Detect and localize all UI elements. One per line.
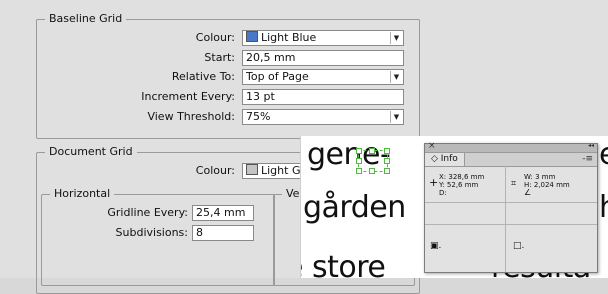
baseline-increment-label: Increment Every: xyxy=(141,90,235,103)
chevron-down-icon[interactable]: ▼ xyxy=(390,111,402,123)
baseline-start-input[interactable]: 20,5 mm xyxy=(242,50,404,66)
horizontal-title: Horizontal xyxy=(50,187,115,201)
horizontal-group: Horizontal Gridline Every: 25,4 mm Subdi… xyxy=(41,187,275,286)
selection-handle[interactable] xyxy=(369,168,375,174)
baseline-colour-dropdown[interactable]: Light Blue ▼ xyxy=(242,30,404,46)
stroke-icon: □. xyxy=(513,241,525,251)
document-colour-swatch xyxy=(246,164,258,175)
baseline-threshold-value: 75% xyxy=(246,110,271,123)
selection-handle[interactable] xyxy=(384,168,390,174)
y-readout: Y: 52,6 mm xyxy=(439,181,479,189)
chevron-down-icon[interactable]: ▼ xyxy=(390,32,402,44)
tab-info[interactable]: ◇ Info xyxy=(425,153,465,166)
baseline-colour-swatch xyxy=(246,31,258,42)
baseline-increment-input[interactable]: 13 pt xyxy=(242,89,404,105)
size-icon: ⌗ xyxy=(511,179,517,189)
divider xyxy=(425,224,597,225)
selection-handle[interactable] xyxy=(356,148,362,154)
crosshair-icon: + xyxy=(429,176,439,189)
baseline-relative-dropdown[interactable]: Top of Page ▼ xyxy=(242,69,404,85)
document-grid-title: Document Grid xyxy=(45,145,137,159)
divider xyxy=(505,166,506,272)
d-readout: D: xyxy=(439,189,447,197)
subdivisions-input[interactable]: 8 xyxy=(192,225,254,241)
fill-icon: ▣. xyxy=(430,241,442,251)
close-icon[interactable]: × xyxy=(428,141,436,151)
x-readout: X: 328,6 mm xyxy=(439,173,485,181)
info-panel-titlebar[interactable]: × ◂◂ xyxy=(425,141,597,153)
baseline-threshold-label: View Threshold: xyxy=(147,110,235,123)
baseline-relative-label: Relative To: xyxy=(171,70,235,83)
info-panel-tabbar: ◇ Info -≡ xyxy=(425,153,597,167)
w-readout: W: 3 mm xyxy=(524,173,556,181)
baseline-colour-label: Colour: xyxy=(195,31,235,44)
selection-handle[interactable] xyxy=(369,148,375,154)
baseline-threshold-dropdown[interactable]: 75% ▼ xyxy=(242,109,404,125)
divider xyxy=(425,202,597,203)
gridline-every-label: Gridline Every: xyxy=(107,206,188,219)
baseline-relative-value: Top of Page xyxy=(246,70,309,83)
selection-handle[interactable] xyxy=(384,148,390,154)
info-panel[interactable]: × ◂◂ ◇ Info -≡ + X: 328,6 mm Y: 52,6 mm … xyxy=(424,141,598,273)
chevron-down-icon[interactable]: ▼ xyxy=(390,71,402,83)
document-colour-label: Colour: xyxy=(195,164,235,177)
gridline-every-input[interactable]: 25,4 mm xyxy=(192,205,254,221)
collapse-icon[interactable]: ◂◂ xyxy=(588,142,594,149)
text-line-3[interactable]: e store xyxy=(301,251,386,279)
selection-handle[interactable] xyxy=(356,158,362,164)
selection-handle[interactable] xyxy=(384,158,390,164)
baseline-grid-group: Baseline Grid Colour: Light Blue ▼ Start… xyxy=(36,12,420,139)
selection-handle[interactable] xyxy=(356,168,362,174)
angle-icon: ∠ xyxy=(524,188,532,197)
baseline-grid-title: Baseline Grid xyxy=(45,12,127,26)
panel-menu-icon[interactable]: -≡ xyxy=(582,153,593,166)
subdivisions-label: Subdivisions: xyxy=(115,226,188,239)
text-line-1-tail[interactable]: e xyxy=(599,138,608,172)
text-line-2-tail[interactable]: h xyxy=(599,191,608,225)
text-line-2[interactable]: gården xyxy=(303,191,406,225)
baseline-start-label: Start: xyxy=(204,51,235,64)
baseline-colour-value: Light Blue xyxy=(261,31,317,44)
